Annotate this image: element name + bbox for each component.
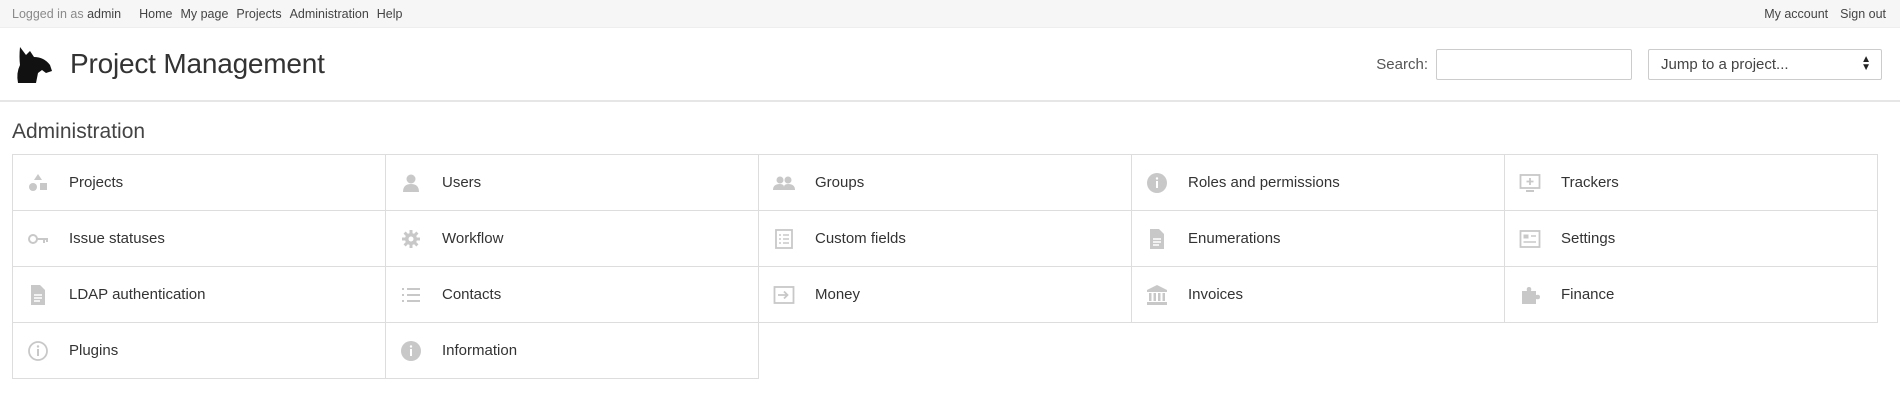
admin-item-users[interactable]: Users <box>386 155 759 211</box>
top-menu: Logged in as admin Home My page Projects… <box>0 0 1900 28</box>
puzzle-icon <box>1519 284 1541 306</box>
admin-item-issue-statuses[interactable]: Issue statuses <box>13 211 386 267</box>
admin-item-plugins[interactable]: Plugins <box>13 323 386 379</box>
logged-in-prefix: Logged in as <box>12 6 84 21</box>
gear-icon <box>400 228 422 250</box>
document-icon <box>1146 228 1168 250</box>
admin-item-contacts[interactable]: Contacts <box>386 267 759 323</box>
logged-in-as: Logged in as admin <box>12 7 121 21</box>
document-icon <box>27 284 49 306</box>
admin-item-label: Plugins <box>69 342 119 359</box>
admin-item-label: Settings <box>1561 230 1616 247</box>
nav-home-link[interactable]: Home <box>139 7 172 21</box>
page-title: Administration <box>12 120 146 143</box>
monitor-icon <box>1519 172 1541 194</box>
admin-item-label: Users <box>442 174 482 191</box>
admin-item-invoices[interactable]: Invoices <box>1132 267 1505 323</box>
info-icon <box>400 340 422 362</box>
main-content: Administration Projects Users Groups Rol… <box>0 102 1900 379</box>
nav-help-link[interactable]: Help <box>377 7 403 21</box>
sign-out-link[interactable]: Sign out <box>1840 7 1886 21</box>
my-account-link[interactable]: My account <box>1764 7 1828 21</box>
admin-item-label: Finance <box>1561 286 1615 303</box>
admin-item-enumerations[interactable]: Enumerations <box>1132 211 1505 267</box>
brand: Project Management <box>14 43 325 85</box>
list-icon <box>773 228 795 250</box>
admin-item-trackers[interactable]: Trackers <box>1505 155 1878 211</box>
nav-administration-link[interactable]: Administration <box>290 7 369 21</box>
admin-item-label: Workflow <box>442 230 504 247</box>
admin-item-groups[interactable]: Groups <box>759 155 1132 211</box>
admin-item-label: Trackers <box>1561 174 1619 191</box>
admin-item-label: Groups <box>815 174 865 191</box>
list-lines-icon <box>400 284 422 306</box>
nav-projects-link[interactable]: Projects <box>236 7 281 21</box>
info-outline-icon <box>27 340 49 362</box>
bank-icon <box>1146 284 1168 306</box>
search-area: Search: Jump to a project... ▲ ▼ <box>1376 48 1882 80</box>
admin-item-label: Contacts <box>442 286 502 303</box>
admin-item-money[interactable]: Money <box>759 267 1132 323</box>
admin-item-ldap-authentication[interactable]: LDAP authentication <box>13 267 386 323</box>
admin-item-settings[interactable]: Settings <box>1505 211 1878 267</box>
admin-item-label: Money <box>815 286 861 303</box>
admin-item-label: Invoices <box>1188 286 1244 303</box>
search-input[interactable] <box>1436 48 1632 80</box>
admin-item-label: Roles and permissions <box>1188 174 1340 191</box>
admin-item-label: Projects <box>69 174 124 191</box>
admin-item-finance[interactable]: Finance <box>1505 267 1878 323</box>
admin-item-label: Enumerations <box>1188 230 1281 247</box>
projects-icon <box>27 172 49 194</box>
settings-icon <box>1519 228 1541 250</box>
select-arrows-icon: ▲ ▼ <box>1861 54 1871 73</box>
user-icon <box>400 172 422 194</box>
dog-logo-icon <box>17 47 52 83</box>
admin-item-custom-fields[interactable]: Custom fields <box>759 211 1132 267</box>
admin-item-projects[interactable]: Projects <box>13 155 386 211</box>
jump-to-project-select[interactable]: Jump to a project... ▲ ▼ <box>1648 48 1882 80</box>
key-icon <box>27 228 49 250</box>
search-label: Search: <box>1376 55 1428 73</box>
info-icon <box>1146 172 1168 194</box>
username-link[interactable]: admin <box>87 7 121 21</box>
login-icon <box>773 284 795 306</box>
admin-item-information[interactable]: Information <box>386 323 759 379</box>
jump-to-project-label: Jump to a project... <box>1661 55 1789 73</box>
admin-menu-grid: Projects Users Groups Roles and permissi… <box>12 154 1878 379</box>
admin-item-workflow[interactable]: Workflow <box>386 211 759 267</box>
admin-item-roles-and-permissions[interactable]: Roles and permissions <box>1132 155 1505 211</box>
header: Project Management Search: Jump to a pro… <box>0 28 1900 102</box>
app-title: Project Management <box>70 48 325 79</box>
admin-item-label: Custom fields <box>815 230 906 247</box>
admin-item-label: LDAP authentication <box>69 286 206 303</box>
admin-item-label: Issue statuses <box>69 230 165 247</box>
admin-item-label: Information <box>442 342 518 359</box>
group-icon <box>773 172 795 194</box>
nav-my-page-link[interactable]: My page <box>180 7 228 21</box>
